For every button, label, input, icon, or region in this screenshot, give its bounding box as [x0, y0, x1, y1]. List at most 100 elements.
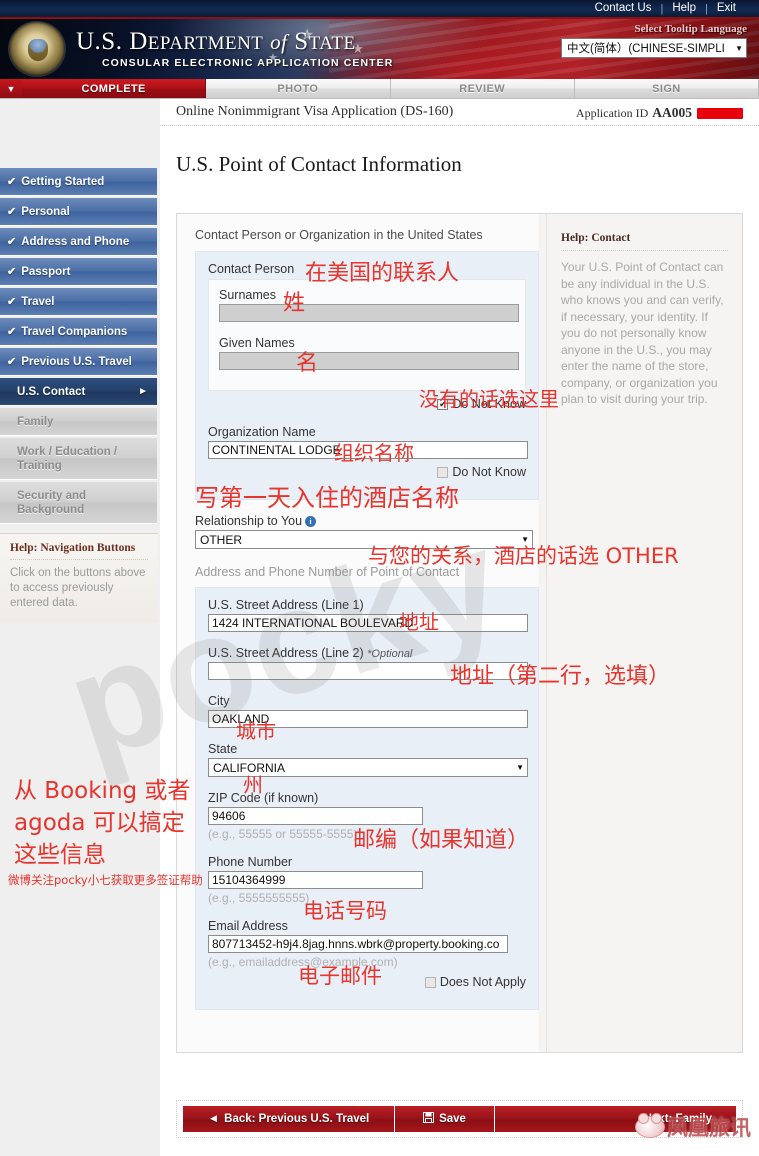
sidebar-item-label-line2: Training [17, 460, 62, 472]
sidebar-item-label: Family [17, 415, 54, 428]
state-select[interactable]: CALIFORNIA ▼ [208, 758, 528, 777]
progress-step-sign[interactable]: SIGN [574, 79, 759, 98]
relationship-label-group: Relationship to You i [195, 514, 547, 528]
application-id-label: Application ID [575, 105, 649, 120]
email-hint: (e.g., emailaddress@example.com) [208, 955, 398, 969]
department-of-state-seal-icon [8, 21, 66, 77]
section-title-contact: Contact Person or Organization in the Un… [195, 228, 483, 242]
sidebar-nav-list: ✔ Getting Started ✔ Personal ✔ Address a… [0, 168, 158, 526]
email-address-input[interactable] [208, 935, 508, 953]
surnames-input[interactable] [219, 304, 519, 322]
help-panel-body: Your U.S. Point of Contact can be any in… [561, 260, 724, 406]
check-icon: ✔ [7, 206, 17, 218]
surnames-label: Surnames [219, 288, 276, 302]
contact-us-link[interactable]: Contact Us [586, 0, 661, 17]
page-title: U.S. Point of Contact Information [176, 152, 462, 176]
contact-person-panel: Contact Person Surnames Given Names ✔ Do… [195, 251, 539, 500]
sidebar-item-us-contact[interactable]: U.S. Contact ► [0, 378, 157, 406]
watermark-logo-text: 凤凰旅讯 [667, 1116, 751, 1140]
chevron-down-icon: ▼ [516, 763, 524, 772]
city-input[interactable] [208, 710, 528, 728]
application-id-value: AA005 [652, 105, 692, 120]
tooltip-language-value: 中文(简体）(CHINESE-SIMPLI [567, 43, 725, 55]
back-button[interactable]: ◄ Back: Previous U.S. Travel [183, 1106, 395, 1132]
save-disk-icon [423, 1112, 435, 1126]
brand-dept-rest: EPARTMENT [147, 33, 264, 54]
tooltip-language-selector-group: Select Tooltip Language 中文(简体）(CHINESE-S… [561, 23, 747, 58]
check-icon: ✔ [7, 266, 17, 278]
organization-name-input[interactable] [208, 441, 528, 459]
street-address-line1-input[interactable] [208, 614, 528, 632]
organization-name-label: Organization Name [208, 425, 316, 439]
sidebar-help-panel: Help: Navigation Buttons Click on the bu… [0, 533, 158, 623]
phone-hint: (e.g., 5555555555) [208, 891, 310, 905]
does-not-apply-checkbox[interactable] [424, 976, 436, 988]
relationship-select[interactable]: OTHER ▼ [195, 530, 533, 549]
form-container: Help: Contact Your U.S. Point of Contact… [176, 213, 743, 1053]
zip-code-input[interactable] [208, 807, 423, 825]
help-panel-title: Help: Contact [561, 232, 728, 251]
top-utility-bar: Contact Us | Help | Exit [0, 0, 759, 19]
progress-step-photo[interactable]: PHOTO [206, 79, 391, 98]
do-not-know-person-label: Do Not Know [452, 397, 526, 411]
tooltip-language-select[interactable]: 中文(简体）(CHINESE-SIMPLI ▼ [561, 38, 747, 58]
application-form-title: Online Nonimmigrant Visa Application (DS… [176, 104, 454, 119]
redaction-bar [697, 107, 743, 119]
save-button-label: Save [439, 1113, 466, 1125]
sidebar-item-passport[interactable]: ✔ Passport [0, 258, 157, 286]
check-icon: ✔ [7, 296, 17, 308]
phone-label: Phone Number [208, 855, 293, 869]
exit-link[interactable]: Exit [708, 0, 745, 17]
phone-number-input[interactable] [208, 871, 423, 889]
sidebar-item-label: Personal [21, 205, 70, 218]
progress-steps-bar: ▼ COMPLETE PHOTO REVIEW SIGN [0, 79, 759, 99]
help-link[interactable]: Help [663, 0, 705, 17]
brand-state-rest: TATE [308, 33, 356, 54]
sidebar-item-label: Passport [21, 265, 71, 278]
brand-of: of [270, 30, 288, 54]
do-not-know-org-checkbox[interactable] [437, 466, 449, 478]
state-value: CALIFORNIA [213, 760, 286, 775]
sidebar-item-previous-us-travel[interactable]: ✔ Previous U.S. Travel [0, 348, 157, 376]
chevron-down-icon: ▼ [735, 43, 743, 53]
sidebar-item-label: Getting Started [21, 175, 105, 188]
pig-mascot-icon [635, 1113, 665, 1138]
do-not-know-person-row[interactable]: ✔ Do Not Know [208, 397, 526, 411]
site-banner: ★ ★ ★ U.S. DEPARTMENT of STATE CONSULAR … [0, 19, 759, 79]
relationship-label: Relationship to You [195, 514, 303, 528]
brand-subtitle: CONSULAR ELECTRONIC APPLICATION CENTER [102, 57, 394, 69]
street2-label: U.S. Street Address (Line 2) [208, 646, 364, 660]
do-not-know-person-checkbox[interactable]: ✔ [437, 398, 449, 410]
save-button[interactable]: Save [395, 1106, 495, 1132]
watermark-logo: 凤凰旅讯 [635, 1112, 751, 1142]
collapse-caret-icon[interactable]: ▼ [0, 79, 22, 98]
progress-step-complete[interactable]: COMPLETE [22, 79, 207, 98]
check-icon: ✔ [7, 236, 17, 248]
info-icon[interactable]: i [305, 516, 317, 528]
sidebar-item-getting-started[interactable]: ✔ Getting Started [0, 168, 157, 196]
back-button-label: Back: Previous U.S. Travel [224, 1113, 370, 1125]
street1-label: U.S. Street Address (Line 1) [208, 598, 364, 612]
sidebar-item-travel[interactable]: ✔ Travel [0, 288, 157, 316]
sidebar-item-work-education-training: Work / Education / Training [0, 438, 157, 480]
street-address-line2-input[interactable] [208, 662, 528, 680]
sidebar-item-address-and-phone[interactable]: ✔ Address and Phone [0, 228, 157, 256]
sidebar-item-label: Security and [17, 490, 87, 502]
do-not-know-org-row[interactable]: Do Not Know [208, 465, 526, 479]
check-icon: ✔ [7, 176, 17, 188]
application-id-group: Application ID AA005 [576, 105, 743, 121]
given-names-input[interactable] [219, 352, 519, 370]
address-panel: U.S. Street Address (Line 1) U.S. Street… [195, 587, 539, 1010]
tooltip-language-label: Select Tooltip Language [634, 23, 747, 35]
sidebar-item-travel-companions[interactable]: ✔ Travel Companions [0, 318, 157, 346]
given-names-label: Given Names [219, 336, 295, 350]
contact-person-label: Contact Person [208, 262, 295, 276]
zip-label: ZIP Code (if known) [208, 791, 319, 805]
sidebar-item-label-line2: Background [17, 504, 85, 516]
zip-hint: (e.g., 55555 or 55555-5555) [208, 827, 358, 841]
sidebar-item-label: Address and Phone [21, 235, 130, 248]
sidebar-item-personal[interactable]: ✔ Personal [0, 198, 157, 226]
does-not-apply-row[interactable]: Does Not Apply [208, 975, 526, 989]
progress-step-review[interactable]: REVIEW [390, 79, 575, 98]
brand-title: U.S. DEPARTMENT of STATE CONSULAR ELECTR… [76, 28, 393, 69]
